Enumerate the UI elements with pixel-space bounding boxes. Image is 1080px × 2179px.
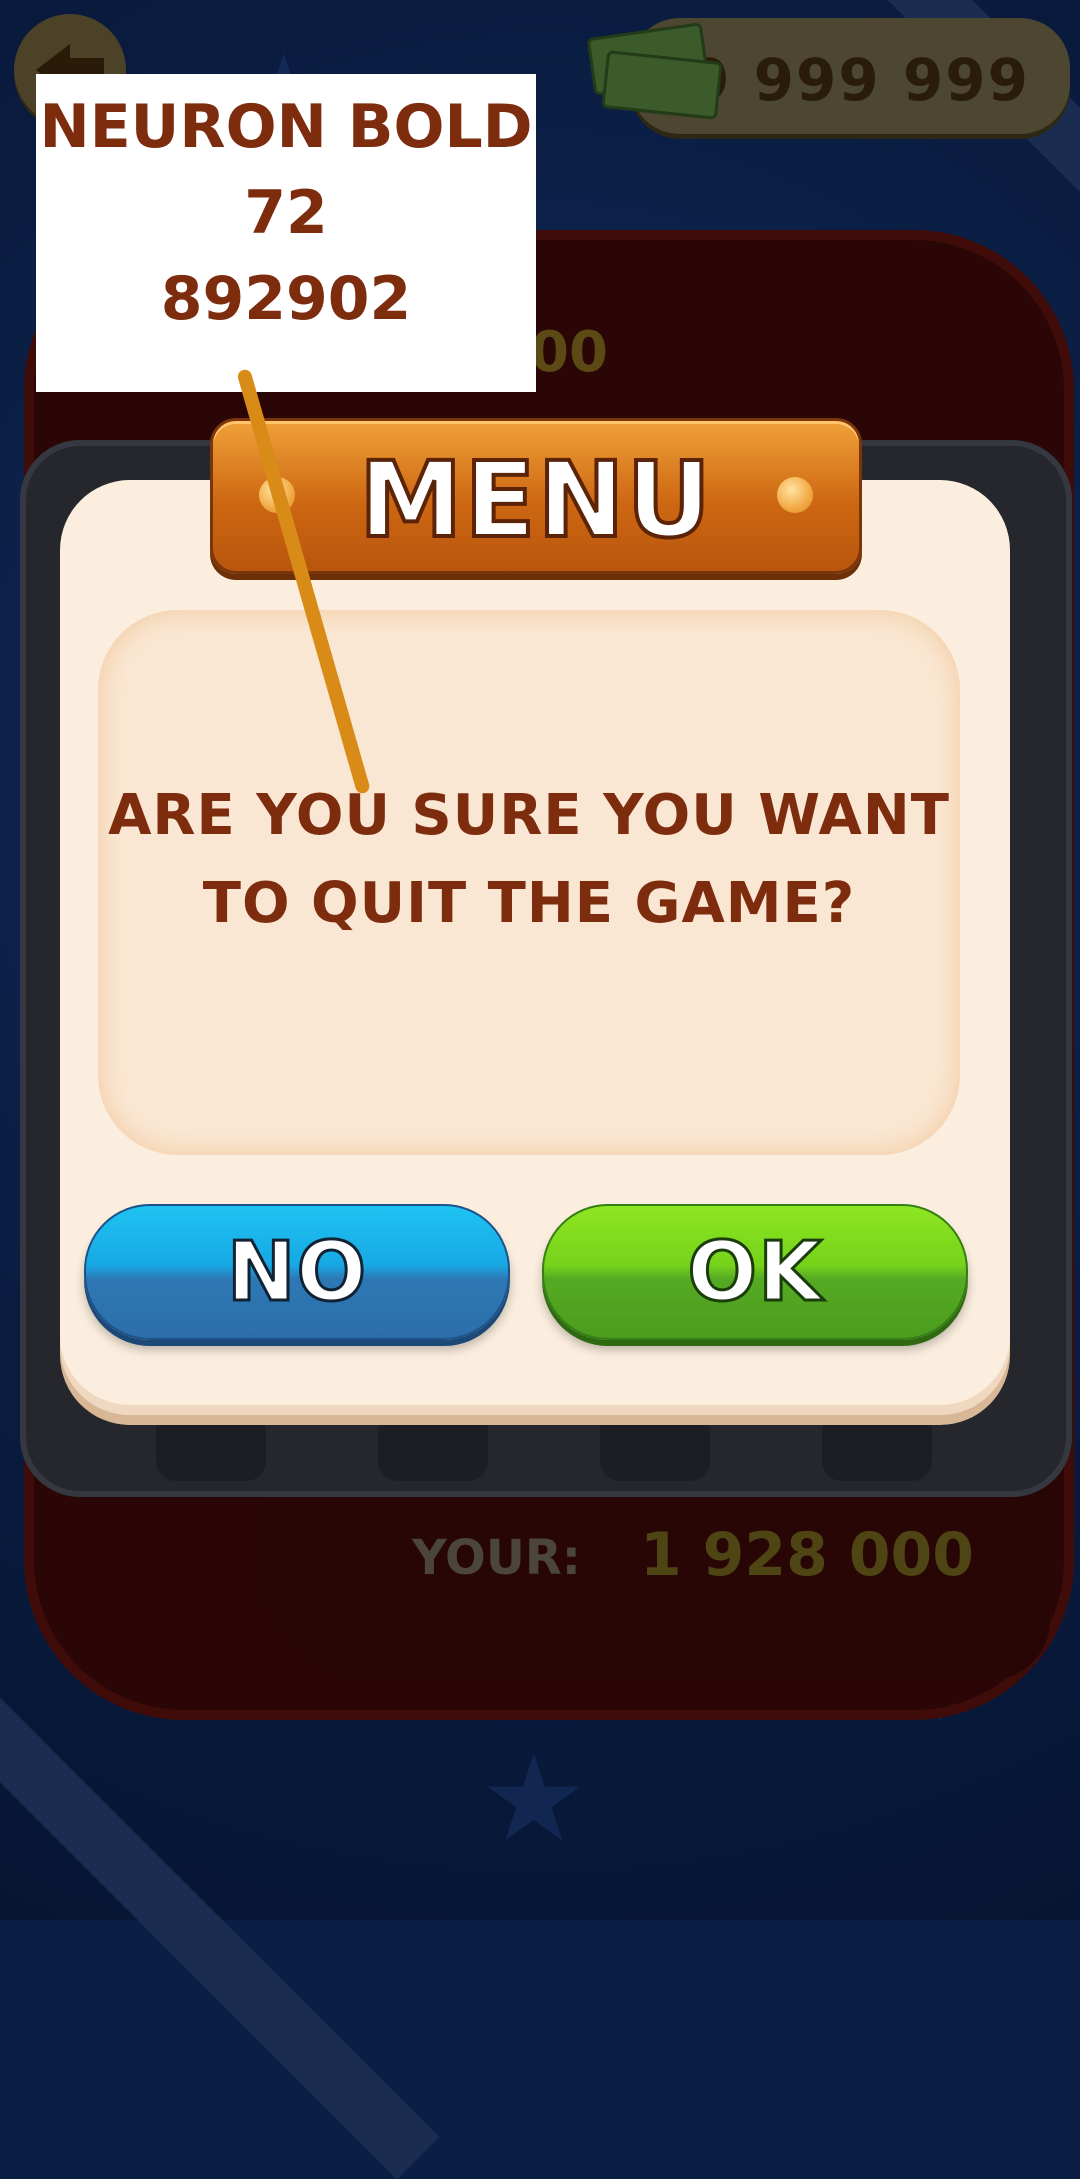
board-slot — [378, 1411, 488, 1481]
annotation-font-size: 72 — [244, 178, 328, 248]
dialog-message-line2: TO QUIT THE GAME? — [202, 871, 856, 936]
board-top-value: 00 — [530, 320, 608, 385]
board-slot — [822, 1411, 932, 1481]
ok-button[interactable]: OK — [542, 1204, 968, 1340]
dialog-message-line1: ARE YOU SURE YOU WANT — [108, 783, 950, 848]
star-decoration: ★ — [480, 1730, 588, 1869]
no-button-label: NO — [225, 1223, 368, 1321]
font-annotation-card: NEURON BOLD 72 892902 — [36, 74, 536, 392]
cash-stack-icon — [586, 20, 723, 120]
annotation-font-name: NEURON BOLD — [39, 92, 533, 162]
your-score-value: 1 928 000 — [640, 1520, 975, 1590]
board-slot — [600, 1411, 710, 1481]
ok-button-label: OK — [686, 1223, 823, 1321]
money-bill — [601, 50, 723, 120]
dialog-title-banner: MENU — [210, 418, 862, 574]
dialog-title: MENU — [357, 437, 714, 563]
annotation-color-code: 892902 — [160, 264, 412, 334]
dialog-message: ARE YOU SURE YOU WANT TO QUIT THE GAME? — [98, 772, 960, 948]
board-slot — [156, 1411, 266, 1481]
no-button[interactable]: NO — [84, 1204, 510, 1340]
cash-value: 9 999 999 — [689, 46, 1030, 114]
your-score-label: YOUR: — [412, 1530, 581, 1586]
